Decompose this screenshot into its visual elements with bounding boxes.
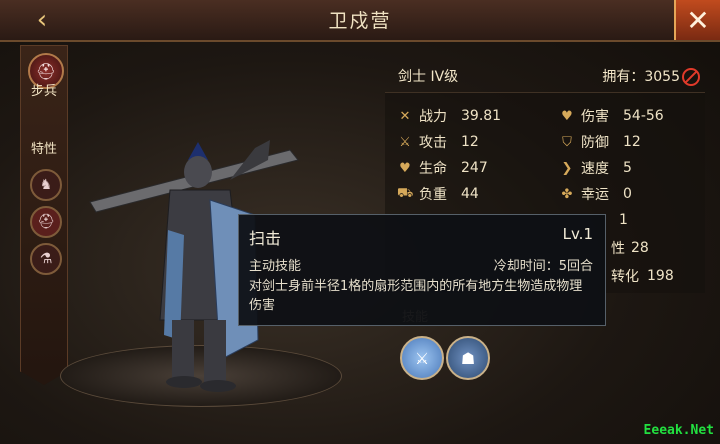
unit-type-label: 步兵 [30, 84, 57, 99]
helmet-icon[interactable]: ⛑ [30, 206, 62, 238]
sweep-skill-icon[interactable]: ⚔ [400, 336, 444, 380]
boot-icon: ❯ [561, 160, 573, 176]
stat-speed: ❯ 速度 5 [559, 157, 632, 179]
sword-icon: ⚔ [399, 134, 411, 150]
page-title: 卫戍营 [328, 10, 392, 32]
stat-power: ✕ 战力 39.81 [397, 105, 502, 127]
stat-defense: ⛉ 防御 12 [559, 131, 641, 153]
skill-name: 扫击 [249, 229, 282, 248]
unit-name: 剑士 IV级 [398, 69, 459, 85]
forbidden-icon[interactable] [682, 68, 700, 86]
close-button[interactable]: ✕ [674, 0, 720, 40]
flask-icon[interactable]: ⚗ [30, 243, 62, 275]
warrior-skill-icon[interactable]: ☗ [446, 336, 490, 380]
stat-partial-3: 转化 198 [611, 268, 674, 285]
skill-cooldown: 冷却时间：5回合 [493, 259, 593, 274]
horse-silhouette-icon[interactable]: ♞ [30, 169, 62, 201]
skill-type: 主动技能 [249, 259, 302, 274]
unit-sidebar: ⛑ 步兵 特性 ♞ ⛑ ⚗ [20, 45, 68, 385]
crossed-swords-icon: ✕ [399, 108, 411, 124]
cart-icon: ⛟ [397, 185, 414, 201]
top-bar: ‹ 卫戍营 ✕ [0, 0, 720, 42]
stat-partial-1: 1 [619, 212, 628, 228]
close-icon: ✕ [686, 3, 710, 37]
stat-health: ♥ 生命 247 [397, 157, 488, 179]
clover-icon: ✤ [561, 186, 573, 202]
stat-luck: ✤ 幸运 0 [559, 183, 632, 205]
stat-partial-2: 性 28 [611, 240, 649, 257]
skill-description: 对剑士身前半径1格的扇形范围内的所有地方生物造成物理伤害 [249, 279, 583, 313]
stat-damage: ♥ 伤害 54-56 [559, 105, 664, 127]
unit-header: 剑士 IV级 拥有：3055 [388, 66, 704, 88]
skill-level: Lv.1 [562, 225, 593, 243]
traits-title: 特性 [30, 142, 57, 157]
stat-load: ⛟ 负重 44 [397, 185, 479, 204]
stat-attack: ⚔ 攻击 12 [397, 131, 479, 153]
shield-icon: ⛉ [562, 134, 572, 150]
watermark: Eeeak.Net [643, 423, 714, 438]
heart-icon: ♥ [399, 160, 411, 176]
owned-count: 拥有：3055 [602, 69, 680, 85]
game-window: ‹ 卫戍营 ✕ ⛑ 步兵 特性 ♞ ⛑ ⚗ 剑士 IV级 拥有：3055 ✕ 战力… [0, 0, 720, 444]
heart-sword-icon: ♥ [561, 108, 573, 124]
skill-tooltip: 扫击 Lv.1 主动技能 冷却时间：5回合 对剑士身前半径1格的扇形范围内的所有… [238, 214, 606, 326]
